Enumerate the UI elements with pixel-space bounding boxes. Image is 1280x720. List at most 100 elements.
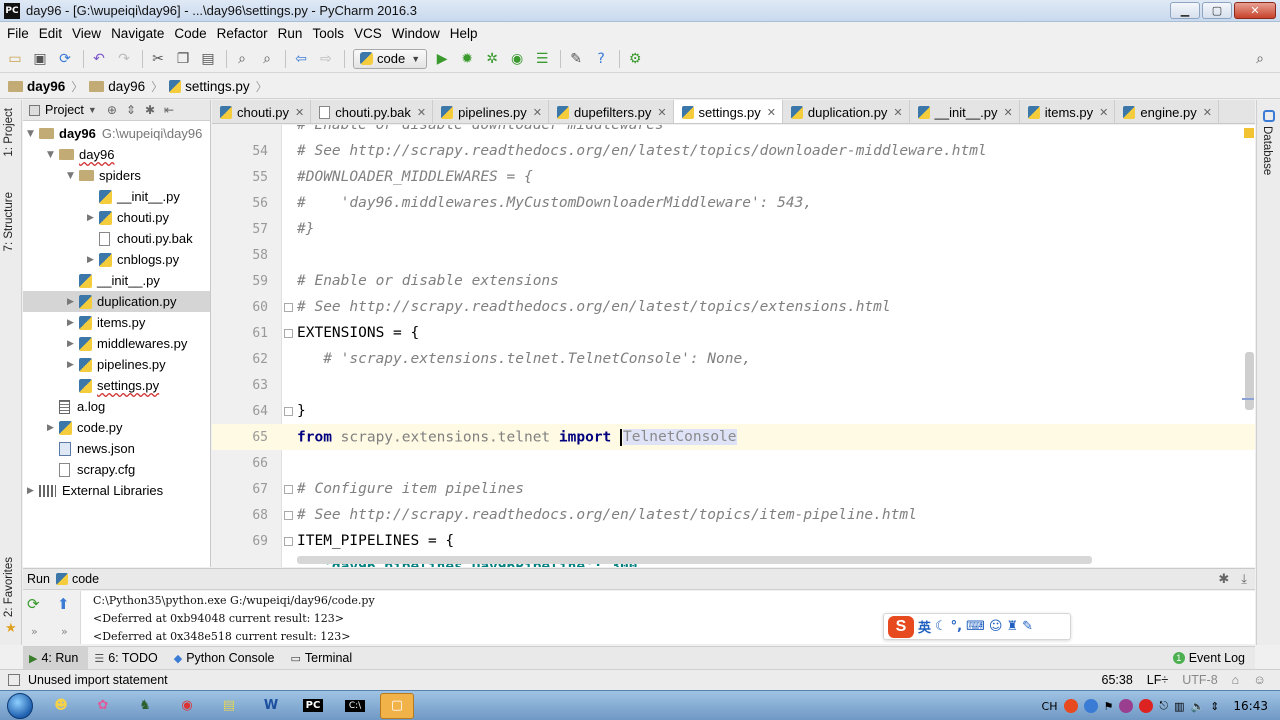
hide-panel-icon[interactable]: ⤓ (1241, 572, 1247, 587)
tab-python-console[interactable]: ◆ Python Console (168, 647, 285, 670)
menu-vcs[interactable]: VCS (349, 26, 387, 41)
wrench-icon[interactable]: ✎ (1022, 619, 1033, 634)
rerun-icon[interactable]: ⟳ (27, 595, 40, 613)
caret-position[interactable]: 65:38 (1102, 673, 1133, 687)
taskbar-app[interactable]: ☻ (44, 693, 78, 719)
fold-marker-icon[interactable] (284, 406, 293, 416)
run-console[interactable]: ⟳ ⬆ » » C:\Python35\python.exe G:/wupeiq… (23, 591, 1255, 644)
run-config-select[interactable]: code ▼ (353, 48, 428, 69)
favorites-tool-tab[interactable]: 2: Favorites (3, 557, 15, 617)
expand-arrow-icon[interactable]: ▼ (67, 171, 79, 181)
sync-icon[interactable]: ⟳ (54, 48, 76, 70)
python-console-icon[interactable]: ⚙ (624, 48, 646, 70)
editor-tab[interactable]: chouti.py ✕ (212, 100, 312, 123)
tree-item[interactable]: ▼ day96 (23, 144, 210, 165)
copy-icon[interactable]: ❐ (172, 48, 194, 70)
fold-marker-icon[interactable] (284, 302, 293, 312)
help-tray-icon[interactable] (1083, 699, 1098, 713)
line-separator[interactable]: LF÷ (1147, 673, 1168, 687)
search-everywhere-icon[interactable]: ⌕ (1249, 48, 1271, 70)
shirt-icon[interactable]: ♜ (1006, 619, 1018, 634)
tool-window-toggle-icon[interactable] (8, 674, 20, 686)
project-view-select[interactable]: Project (45, 103, 84, 117)
taskbar-chrome[interactable]: ◉ (170, 693, 204, 719)
record-tray-icon[interactable] (1139, 699, 1154, 713)
maximize-button[interactable]: ▢ (1202, 2, 1232, 19)
tab-todo[interactable]: ☰ 6: TODO (88, 647, 167, 670)
paste-icon[interactable]: ▤ (197, 48, 219, 70)
lock-icon[interactable]: ⌂ (1232, 673, 1240, 687)
moon-icon[interactable]: ☾ (935, 619, 947, 634)
tree-item[interactable]: ▼ spiders (23, 165, 210, 186)
tab-run[interactable]: ▶ 4: Run (23, 646, 89, 670)
horizontal-scrollbar[interactable] (297, 556, 1092, 564)
taskbar-app[interactable]: ♞ (128, 693, 162, 719)
expand-arrow-icon[interactable]: ▼ (27, 129, 39, 139)
tray-language[interactable]: CH (1042, 700, 1058, 713)
menu-code[interactable]: Code (169, 26, 211, 41)
tree-item[interactable]: ▶ middlewares.py (23, 333, 210, 354)
run-icon[interactable]: ▶ (431, 48, 453, 70)
breadcrumb-package[interactable]: day96 (89, 79, 145, 94)
editor-tab[interactable]: settings.py ✕ (673, 100, 783, 123)
collapse-arrow-icon[interactable]: ▶ (67, 297, 79, 307)
close-tab-icon[interactable]: ✕ (1203, 106, 1212, 119)
network-icon[interactable]: ▥ (1174, 700, 1184, 713)
back-icon[interactable]: ⇦ (290, 48, 312, 70)
fold-marker-icon[interactable] (284, 328, 293, 338)
close-tab-icon[interactable]: ✕ (1099, 106, 1108, 119)
tree-item[interactable]: __init__.py (23, 186, 210, 207)
more-icon[interactable]: » (31, 625, 38, 638)
expand-arrow-icon[interactable]: ▼ (47, 150, 59, 160)
event-log-button[interactable]: 1 Event Log (1172, 651, 1245, 665)
coverage-icon[interactable]: ✲ (481, 48, 503, 70)
tree-item[interactable]: ▶ chouti.py (23, 207, 210, 228)
vertical-scrollbar[interactable] (1245, 352, 1254, 410)
collapse-arrow-icon[interactable]: ▶ (67, 318, 79, 328)
collapse-arrow-icon[interactable]: ▶ (47, 423, 59, 433)
sogou-tray-icon[interactable] (1063, 699, 1078, 713)
start-button[interactable] (0, 691, 40, 720)
settings-icon[interactable]: ✎ (565, 48, 587, 70)
editor-tab[interactable]: items.py ✕ (1020, 100, 1116, 123)
taskbar-cmd[interactable]: C:\ (338, 693, 372, 719)
collapse-arrow-icon[interactable]: ▶ (87, 213, 99, 223)
tree-item[interactable]: settings.py (23, 375, 210, 396)
taskbar-folder[interactable]: ▢ (380, 692, 414, 719)
clock[interactable]: 16:43 (1233, 699, 1268, 713)
close-tab-icon[interactable]: ✕ (767, 106, 776, 119)
tree-item[interactable]: ▶ items.py (23, 312, 210, 333)
close-tab-icon[interactable]: ✕ (295, 106, 304, 119)
project-tool-tab[interactable]: 1: Project (3, 108, 15, 157)
menu-refactor[interactable]: Refactor (212, 26, 273, 41)
tree-item[interactable]: chouti.py.bak (23, 228, 210, 249)
fold-marker-icon[interactable] (284, 484, 293, 494)
tree-item[interactable]: ▶ code.py (23, 417, 210, 438)
editor-tab[interactable]: dupefilters.py ✕ (549, 100, 674, 123)
menu-navigate[interactable]: Navigate (106, 26, 169, 41)
scroll-from-source-icon[interactable]: ⊕ (107, 103, 117, 117)
app-tray-icon[interactable] (1119, 699, 1134, 713)
forward-icon[interactable]: ⇨ (315, 48, 337, 70)
tree-item[interactable]: ▶ cnblogs.py (23, 249, 210, 270)
editor-tab[interactable]: pipelines.py ✕ (433, 100, 549, 123)
flag-icon[interactable]: ⚑ (1104, 700, 1114, 713)
menu-window[interactable]: Window (387, 26, 445, 41)
hide-panel-icon[interactable]: ⇤ (164, 103, 174, 117)
volume-icon[interactable]: 🔈 (1190, 700, 1204, 713)
fold-marker-icon[interactable] (284, 536, 293, 546)
collapse-arrow-icon[interactable]: ▶ (67, 339, 79, 349)
editor-tab[interactable]: __init__.py ✕ (910, 100, 1020, 123)
collapse-all-icon[interactable]: ⇕ (126, 103, 136, 117)
collapse-arrow-icon[interactable]: ▶ (27, 486, 39, 496)
concurrency-icon[interactable]: ☰ (531, 48, 553, 70)
punctuation-icon[interactable]: °, (951, 619, 962, 634)
close-tab-icon[interactable]: ✕ (1004, 106, 1013, 119)
cut-icon[interactable]: ✂ (147, 48, 169, 70)
close-tab-icon[interactable]: ✕ (657, 106, 666, 119)
menu-help[interactable]: Help (445, 26, 483, 41)
menu-file[interactable]: File (2, 26, 34, 41)
close-tab-icon[interactable]: ✕ (533, 106, 542, 119)
taskbar-pycharm[interactable]: PC (296, 693, 330, 719)
debug-icon[interactable]: ✹ (456, 48, 478, 70)
